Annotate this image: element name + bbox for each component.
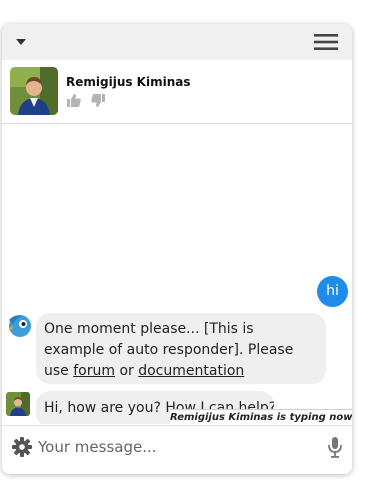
documentation-link[interactable]: documentation (138, 363, 244, 379)
bot-avatar (6, 312, 32, 338)
microphone-icon[interactable] (326, 435, 344, 459)
chevron-down-icon[interactable] (12, 34, 30, 50)
bot-message: One moment please... [This is example of… (36, 313, 326, 384)
forum-link[interactable]: forum (73, 363, 115, 379)
chat-widget: Remigijus Kiminas hi One moment please..… (2, 24, 352, 474)
thumbs-up-icon[interactable] (66, 93, 82, 108)
typing-indicator: Remigijus Kiminas is typing now... (170, 409, 352, 425)
agent-avatar (10, 67, 58, 115)
thumbs-down-icon[interactable] (90, 93, 106, 108)
message-list[interactable]: hi One moment please... [This is example… (2, 124, 352, 424)
gear-icon[interactable] (11, 436, 33, 458)
message-composer (2, 425, 352, 474)
agent-message-avatar (6, 392, 30, 416)
bot-message-connector: or (115, 363, 139, 379)
agent-info: Remigijus Kiminas (2, 60, 352, 124)
chat-header-bar (2, 24, 352, 60)
agent-name: Remigijus Kiminas (66, 75, 191, 89)
message-input[interactable] (38, 434, 308, 460)
hamburger-menu-icon[interactable] (312, 32, 340, 52)
visitor-message: hi (317, 276, 348, 307)
